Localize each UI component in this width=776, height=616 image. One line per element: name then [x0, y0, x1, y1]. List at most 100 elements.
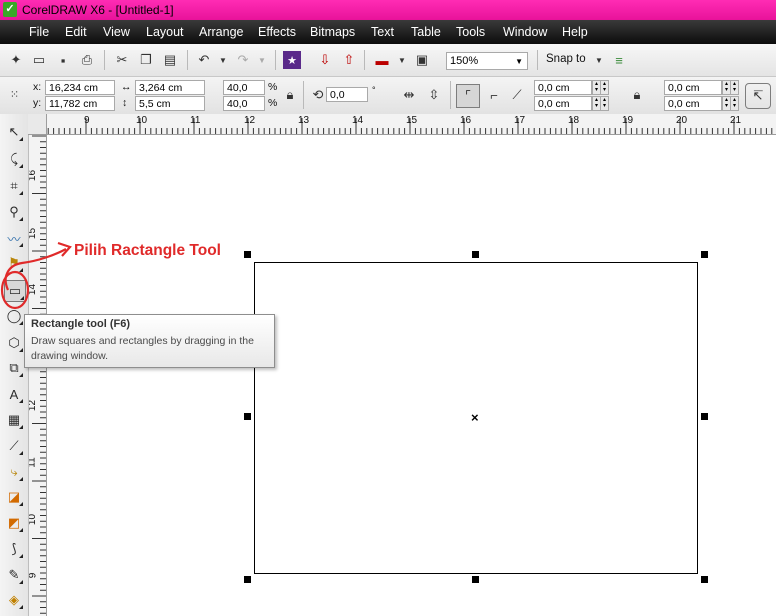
height-field[interactable]: 5,5 cm — [135, 96, 205, 111]
menu-help[interactable]: Help — [562, 25, 588, 39]
search-content-icon[interactable]: ★ — [283, 51, 301, 69]
object-origin-icon[interactable]: ⁙ — [5, 85, 23, 103]
annotation-arrow — [0, 241, 72, 310]
menu-file[interactable]: File — [29, 25, 49, 39]
spinner-arrows-icon[interactable]: ▴ ▾ — [600, 96, 609, 111]
standard-toolbar: ✦ ▭ ▪ ⎙ ✂ ❐ ▤ ↶ ▼ ↷ ▼ ★ ⇩ ⇧ ▬ ▼ ▣ 150% ▼ … — [0, 44, 776, 77]
round-corner-icon[interactable]: ⌜ — [456, 84, 480, 108]
rotation-field[interactable]: 0,0 — [326, 87, 368, 102]
menu-table[interactable]: Table — [411, 25, 441, 39]
lock-ratio-icon[interactable]: 🔒︎ — [281, 86, 299, 104]
selection-handle-top-left[interactable] — [244, 251, 251, 258]
degree-label: ° — [372, 85, 376, 95]
selection-handle-bottom-right[interactable] — [701, 576, 708, 583]
ruler-label: 19 — [622, 115, 634, 126]
full-screen-preview-icon[interactable]: ▣ — [413, 51, 431, 69]
menu-layout[interactable]: Layout — [146, 25, 184, 39]
publish-dropdown-icon[interactable]: ▼ — [393, 51, 411, 69]
x-label: x: — [33, 81, 42, 93]
publish-pdf-icon[interactable]: ▬ — [373, 51, 391, 69]
crop-tool-icon[interactable]: ⌗ — [4, 176, 24, 196]
width-field[interactable]: 3,264 cm — [135, 80, 205, 95]
horizontal-ruler[interactable]: 9 10 11 12 13 14 15 16 17 18 19 20 21 — [28, 114, 776, 135]
ruler-label: 15 — [406, 115, 418, 126]
dimension-tool-icon[interactable]: ⟋ — [4, 436, 24, 456]
copy-icon[interactable]: ❐ — [137, 51, 155, 69]
undo-dropdown-icon[interactable]: ▼ — [214, 51, 232, 69]
y-position-field[interactable]: 11,782 cm — [45, 96, 115, 111]
corner-radius-bottom-right[interactable]: 0,0 cm — [664, 96, 722, 111]
shape-tool-icon[interactable]: ⤹ — [4, 149, 24, 169]
vertical-ruler[interactable]: 16 15 14 13 12 11 10 9 — [27, 134, 47, 616]
selection-handle-top[interactable] — [472, 251, 479, 258]
x-position-field[interactable]: 16,234 cm — [45, 80, 115, 95]
import-icon[interactable]: ⇩ — [316, 51, 334, 69]
scalloped-corner-icon[interactable]: ⌐ — [485, 86, 503, 104]
toolbar-separator — [104, 50, 105, 70]
fill-tool-icon[interactable]: ◈ — [4, 590, 24, 610]
spinner-arrows-icon[interactable]: ▴ ▾ — [730, 80, 739, 95]
export-icon[interactable]: ⇧ — [340, 51, 358, 69]
zoom-level-select[interactable]: 150% ▼ — [446, 52, 528, 70]
outline-pen-icon[interactable]: ✎ — [4, 565, 24, 585]
scale-y-field[interactable]: 40,0 — [223, 96, 265, 111]
redo-dropdown-icon[interactable]: ▼ — [253, 51, 271, 69]
snap-to-button[interactable]: Snap to — [546, 53, 586, 65]
open-folder-icon[interactable]: ▭ — [30, 51, 48, 69]
blend-tool-icon[interactable]: ◪ — [4, 487, 24, 507]
spinner-arrows-icon[interactable]: ▴ ▾ — [600, 80, 609, 95]
cut-icon[interactable]: ✂ — [113, 51, 131, 69]
spinner-arrows-icon[interactable]: ▴ ▾ — [730, 96, 739, 111]
save-icon[interactable]: ▪ — [54, 51, 72, 69]
corner-radius-top-right[interactable]: 0,0 cm — [664, 80, 722, 95]
ruler-label: 12 — [244, 115, 256, 126]
snap-dropdown-icon[interactable]: ▼ — [590, 51, 608, 69]
chamfered-corner-icon[interactable]: ⟋ — [508, 86, 526, 104]
selection-handle-left[interactable] — [244, 413, 251, 420]
menu-tools[interactable]: Tools — [456, 25, 485, 39]
table-tool-icon[interactable]: ▦ — [4, 410, 24, 430]
text-tool-icon[interactable]: A — [4, 384, 24, 404]
relative-corner-scaling-icon[interactable]: ↸ — [745, 83, 771, 109]
toolbar-separator — [187, 50, 188, 70]
center-mark-icon[interactable]: × — [471, 410, 479, 425]
menu-edit[interactable]: Edit — [65, 25, 87, 39]
pick-tool-icon[interactable]: ↖ — [4, 122, 24, 142]
tooltip-description: Draw squares and rectangles by dragging … — [31, 335, 254, 362]
rotation-icon: ⟲ — [312, 87, 324, 102]
scale-x-field[interactable]: 40,0 — [223, 80, 265, 95]
print-icon[interactable]: ⎙ — [78, 51, 96, 69]
ruler-label: 16 — [460, 115, 472, 126]
menu-text[interactable]: Text — [371, 25, 394, 39]
window-title: CorelDRAW X6 - [Untitled-1] — [22, 3, 174, 17]
selection-handle-right[interactable] — [701, 413, 708, 420]
undo-icon[interactable]: ↶ — [195, 51, 213, 69]
menu-view[interactable]: View — [103, 25, 130, 39]
mirror-horizontal-icon[interactable]: ⇹ — [400, 86, 418, 104]
selection-handle-top-right[interactable] — [701, 251, 708, 258]
selection-handle-bottom-left[interactable] — [244, 576, 251, 583]
options-icon[interactable]: ≡ — [610, 51, 628, 69]
ruler-label: 17 — [514, 115, 526, 126]
toolbar-separator — [275, 50, 276, 70]
ruler-label: 14 — [352, 115, 364, 126]
menu-arrange[interactable]: Arrange — [199, 25, 243, 39]
corner-radius-bottom-left[interactable]: 0,0 cm — [534, 96, 592, 111]
eyedropper-tool-icon[interactable]: ⟆ — [4, 539, 24, 559]
paste-icon[interactable]: ▤ — [161, 51, 179, 69]
transparency-tool-icon[interactable]: ◩ — [4, 513, 24, 533]
menu-window[interactable]: Window — [503, 25, 547, 39]
menu-bitmaps[interactable]: Bitmaps — [310, 25, 355, 39]
connector-tool-icon[interactable]: ⤷ — [4, 462, 24, 482]
corner-radius-top-left[interactable]: 0,0 cm — [534, 80, 592, 95]
lock-corners-icon[interactable]: 🔒︎ — [628, 86, 646, 104]
zoom-tool-icon[interactable]: ⚲ — [4, 202, 24, 222]
selection-handle-bottom[interactable] — [472, 576, 479, 583]
polygon-tool-icon[interactable]: ⬡ — [4, 333, 24, 353]
basic-shapes-icon[interactable]: ⧉ — [4, 358, 24, 378]
ruler-origin-corner[interactable] — [28, 114, 47, 135]
redo-icon[interactable]: ↷ — [234, 51, 252, 69]
new-document-icon[interactable]: ✦ — [7, 51, 25, 69]
mirror-vertical-icon[interactable]: ⇳ — [425, 86, 443, 104]
menu-effects[interactable]: Effects — [258, 25, 296, 39]
